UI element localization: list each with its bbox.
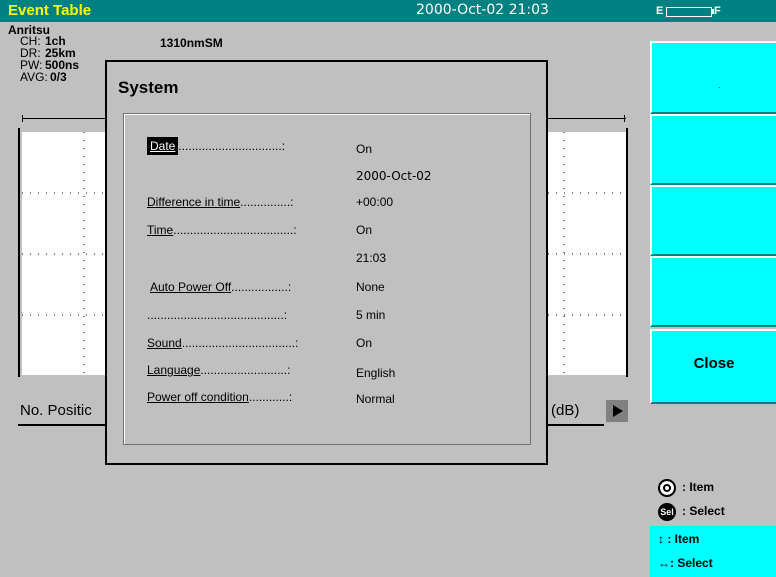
setting-difference-in-time-value: +00:00 — [356, 195, 394, 209]
trace-tick-left — [22, 115, 23, 122]
trace-tick-right — [624, 115, 625, 122]
setting-power-off-condition[interactable]: Power off condition............: — [147, 390, 292, 404]
legend-dial: : Item — [658, 479, 714, 497]
setting-auto-power-off-time-value: 5 min — [356, 308, 386, 322]
softkey-2[interactable] — [650, 114, 776, 185]
battery-icon — [666, 7, 712, 17]
system-dialog: System Date.............................… — [105, 60, 548, 465]
bottom-line-right — [548, 424, 604, 426]
position-label: No. Positic — [20, 402, 92, 419]
setting-date-value: On — [356, 142, 373, 156]
dialog-title: System — [118, 78, 179, 97]
setting-date-detail[interactable]: 2000-Oct-02 — [356, 169, 432, 183]
setting-date[interactable]: Date...............................: — [147, 137, 285, 155]
setting-difference-in-time[interactable]: Difference in time...............: — [147, 195, 294, 209]
trace-panel-left — [22, 132, 106, 375]
softkey-1[interactable]: · — [650, 41, 776, 114]
navigation-legend: ↕ : Item ↔: Select — [650, 526, 776, 577]
scroll-right-button[interactable] — [606, 400, 628, 422]
dial-icon — [658, 479, 676, 497]
setting-time-detail[interactable]: 21:03 — [356, 251, 386, 265]
play-arrow-icon — [613, 405, 623, 417]
bottom-line-left — [18, 424, 106, 426]
setting-auto-power-off[interactable]: Auto Power Off.................: — [150, 280, 291, 294]
up-down-arrow-icon: ↕ — [658, 532, 664, 546]
setting-language[interactable]: Language..........................: — [147, 363, 290, 377]
setting-auto-power-off-value: None — [356, 280, 385, 294]
battery-empty-label: E — [656, 5, 664, 17]
wavelength-label: 1310nmSM — [160, 36, 223, 50]
trace-top-line-right — [548, 118, 626, 119]
setting-auto-power-off-time[interactable]: ........................................… — [147, 308, 287, 322]
setting-time-value: On — [356, 223, 373, 237]
legend-select: Sel: Select — [658, 503, 725, 521]
trace-left-border — [18, 128, 20, 377]
battery-full-label: F — [714, 5, 721, 17]
title-bar: Event Table 2000-Oct-02 21:03 E F — [0, 0, 776, 22]
trace-top-line-left — [22, 118, 106, 119]
trace-grid-left — [22, 132, 106, 375]
sel-key-icon: Sel — [658, 503, 676, 521]
setting-power-off-condition-value: Normal — [356, 392, 395, 406]
left-right-arrow-icon: ↔ — [658, 556, 670, 570]
trace-grid-right — [548, 132, 626, 375]
setting-sound[interactable]: Sound..................................: — [147, 336, 298, 350]
unit-label: (dB) — [551, 402, 580, 419]
settings-panel: Date...............................: On … — [123, 113, 531, 445]
info-row-avg: AVG: 0/3 — [20, 70, 67, 84]
trace-panel-right — [548, 132, 626, 375]
softkey-dot: · — [718, 83, 721, 92]
softkey-3[interactable] — [650, 185, 776, 256]
softkey-4[interactable] — [650, 256, 776, 327]
setting-time[interactable]: Time....................................… — [147, 223, 297, 237]
setting-language-value: English — [356, 366, 396, 380]
battery-indicator: E F — [656, 5, 722, 18]
close-button[interactable]: Close — [650, 329, 776, 404]
setting-sound-value: On — [356, 336, 373, 350]
trace-right-border — [626, 128, 628, 377]
